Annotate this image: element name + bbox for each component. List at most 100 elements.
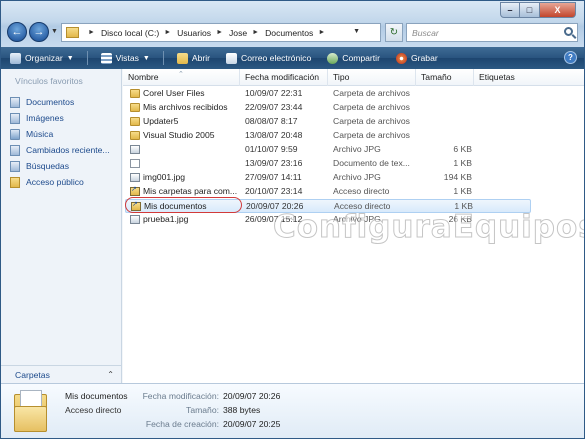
breadcrumb-chevron-icon[interactable]: ► [252, 29, 259, 36]
maximize-button[interactable]: □ [520, 2, 540, 18]
table-row[interactable]: Updater5 08/08/07 8:17 Carpeta de archiv… [125, 115, 531, 129]
file-name: Updater5 [143, 116, 179, 126]
folders-toggle[interactable]: Carpetas ⌃ [1, 365, 121, 383]
column-header-size[interactable]: Tamaño [416, 69, 474, 86]
file-date: 01/10/07 9:59 [245, 144, 298, 154]
column-header-type[interactable]: Tipo [328, 69, 416, 86]
favorite-musica[interactable]: Música [10, 126, 110, 142]
favorite-imagenes[interactable]: Imágenes [10, 110, 110, 126]
music-icon [10, 128, 20, 140]
folder-icon [66, 27, 79, 38]
sort-ascending-icon: ⌃ [178, 71, 184, 78]
favorite-documentos[interactable]: Documentos [10, 94, 110, 110]
search-icon[interactable] [564, 27, 573, 36]
file-size [419, 115, 472, 129]
burn-button[interactable]: Grabar [393, 49, 441, 67]
caption-buttons: – □ X [500, 2, 576, 18]
column-header-name[interactable]: ⌃ Nombre [123, 69, 240, 86]
details-label-size: Tamaño: [186, 405, 219, 415]
breadcrumb-chevron-icon[interactable]: ► [164, 29, 171, 36]
details-value-modified: 20/09/07 20:26 [223, 391, 281, 401]
folder-icon [130, 103, 140, 112]
pictures-icon [10, 112, 20, 124]
file-size: 1 KB [453, 158, 472, 168]
share-icon [327, 52, 339, 64]
watermark-text: ConfiguraEquipos [273, 209, 585, 246]
breadcrumb: ► Disco local (C:) ► Usuarios ► Jose ► D… [83, 28, 331, 38]
breadcrumb-chevron-icon[interactable]: ► [216, 29, 223, 36]
file-size: 1 KB [453, 186, 472, 196]
navigation-pane: Vínculos favoritos Documentos Imágenes M… [1, 69, 122, 383]
folder-shortcut-icon [11, 388, 49, 434]
file-name: Corel User Files [143, 88, 205, 98]
favorite-busquedas[interactable]: Búsquedas [10, 158, 110, 174]
file-name: Visual Studio 2005 [143, 130, 215, 140]
organize-button[interactable]: Organizar ▼ [7, 49, 77, 67]
search-input[interactable]: Buscar [406, 23, 578, 42]
column-header-label: Nombre [128, 72, 159, 82]
details-label-created: Fecha de creación: [145, 419, 219, 429]
favorite-cambiados-recientemente[interactable]: Cambiados reciente... [10, 142, 110, 158]
breadcrumb-disco-local[interactable]: Disco local (C:) [101, 28, 159, 38]
documents-icon [10, 96, 20, 108]
table-row[interactable]: 01/10/07 9:59 Archivo JPG 6 KB [125, 143, 531, 157]
share-button[interactable]: Compartir [324, 49, 383, 67]
address-history-dropdown[interactable]: ▼ [353, 28, 360, 35]
open-icon [176, 52, 188, 64]
toolbar-divider [86, 51, 88, 65]
help-button[interactable]: ? [564, 51, 577, 64]
title-bar: – □ X ← → ▼ ► Disco local (C:) ► Usuario… [1, 1, 584, 47]
table-row[interactable]: Mis archivos recibidos 22/09/07 23:44 Ca… [125, 101, 531, 115]
open-button[interactable]: Abrir [174, 49, 213, 67]
chevron-up-icon: ⌃ [107, 370, 114, 379]
email-button[interactable]: Correo electrónico [223, 49, 314, 67]
table-row[interactable]: Corel User Files 10/09/07 22:31 Carpeta … [125, 87, 531, 101]
breadcrumb-documentos[interactable]: Documentos [265, 28, 313, 38]
file-type: Archivo JPG [333, 172, 381, 182]
command-toolbar: Organizar ▼ Vistas ▼ Abrir Correo electr… [1, 47, 584, 69]
favorite-label: Documentos [26, 97, 75, 107]
public-folder-icon [10, 176, 20, 188]
favorite-label: Música [26, 129, 54, 139]
chevron-down-icon: ▼ [66, 54, 74, 62]
explorer-window: – □ X ← → ▼ ► Disco local (C:) ► Usuario… [0, 0, 585, 439]
back-button[interactable]: ← [7, 22, 27, 42]
file-name: prueba1.jpg [143, 214, 189, 224]
refresh-button[interactable]: ↻ [385, 23, 403, 42]
file-size [419, 101, 472, 115]
forward-button[interactable]: → [29, 22, 49, 42]
file-type: Carpeta de archivos [333, 116, 410, 126]
image-file-icon [130, 173, 140, 182]
close-button[interactable]: X [540, 2, 576, 18]
toolbar-divider [162, 51, 164, 65]
breadcrumb-jose[interactable]: Jose [229, 28, 247, 38]
file-size: 194 KB [443, 172, 472, 182]
column-header-tags[interactable]: Etiquetas [474, 69, 584, 86]
address-bar[interactable]: ► Disco local (C:) ► Usuarios ► Jose ► D… [61, 23, 381, 42]
file-type: Archivo JPG [333, 144, 381, 154]
details-value-created: 20/09/07 20:25 [223, 419, 281, 429]
table-row[interactable]: 13/09/07 23:16 Documento de tex... 1 KB [125, 157, 531, 171]
refresh-icon: ↻ [389, 27, 399, 38]
table-row[interactable]: Visual Studio 2005 13/08/07 20:48 Carpet… [125, 129, 531, 143]
views-button[interactable]: Vistas ▼ [98, 49, 153, 67]
details-item-kind: Acceso directo [65, 405, 122, 415]
searches-icon [10, 160, 20, 172]
column-header-label: Etiquetas [479, 72, 515, 82]
column-header-label: Tamaño [421, 72, 452, 82]
text-file-icon [130, 159, 140, 168]
details-label-modified: Fecha modificación: [142, 391, 219, 401]
recent-pages-dropdown[interactable]: ▼ [51, 28, 58, 35]
column-header-date[interactable]: Fecha modificación [240, 69, 328, 86]
breadcrumb-usuarios[interactable]: Usuarios [177, 28, 211, 38]
breadcrumb-chevron-icon[interactable]: ► [318, 29, 325, 36]
open-label: Abrir [191, 53, 211, 63]
file-date: 13/08/07 20:48 [245, 130, 303, 140]
favorite-acceso-publico[interactable]: Acceso público [10, 174, 110, 190]
minimize-button[interactable]: – [500, 2, 520, 18]
table-row[interactable]: img001.jpg 27/09/07 14:11 Archivo JPG 19… [125, 171, 531, 185]
file-type: Carpeta de archivos [333, 88, 410, 98]
share-label: Compartir [342, 53, 380, 63]
breadcrumb-chevron-icon[interactable]: ► [88, 29, 95, 36]
file-size [419, 87, 472, 101]
